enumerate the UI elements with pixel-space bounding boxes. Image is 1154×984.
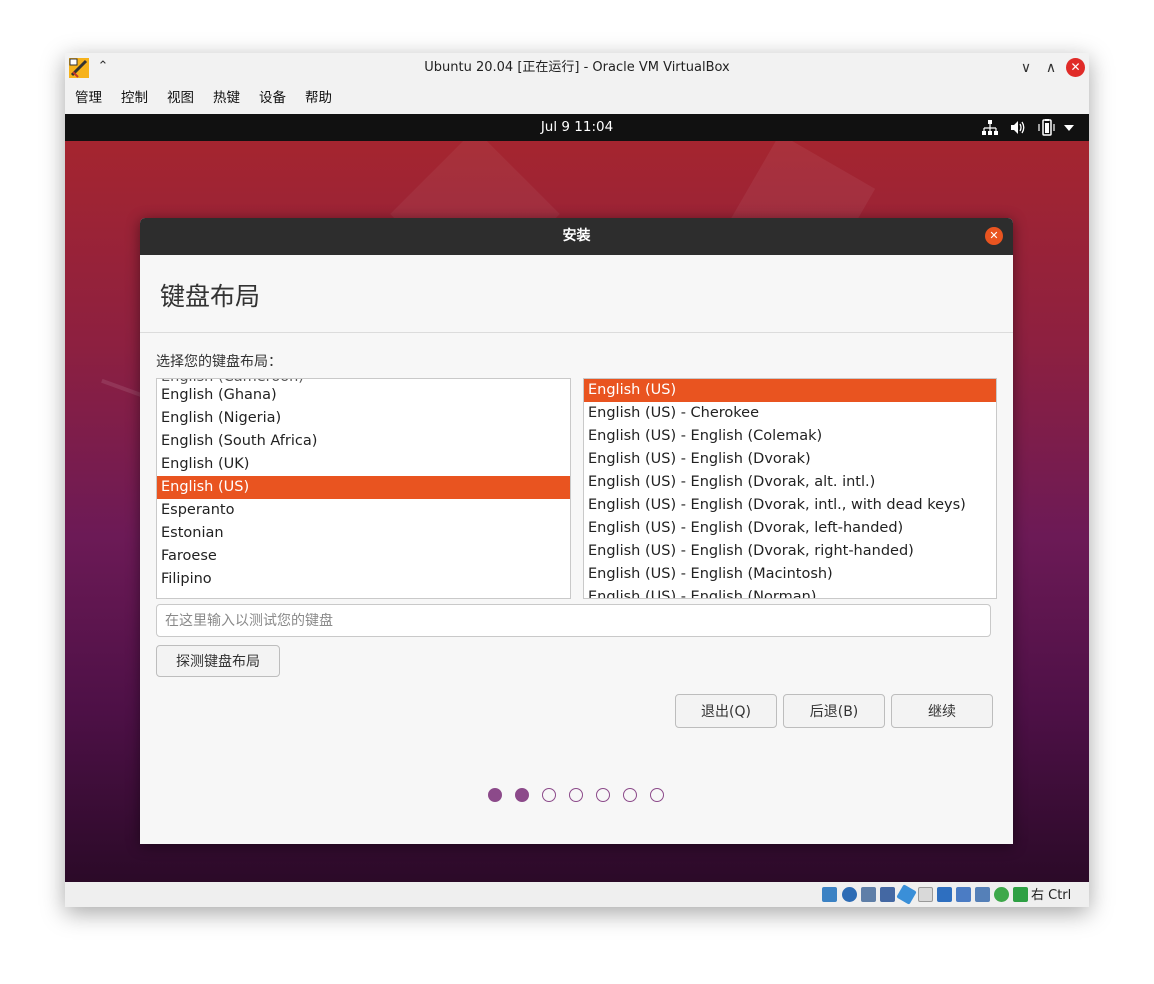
list-item[interactable]: English (Nigeria) <box>157 407 570 430</box>
network-icon[interactable] <box>982 120 998 135</box>
video-capture-icon[interactable] <box>956 887 971 902</box>
menu-view[interactable]: 视图 <box>167 83 194 114</box>
list-item[interactable]: English (Ghana) <box>157 384 570 407</box>
status-bar: 右 Ctrl <box>65 882 1089 907</box>
system-menu-chevron-down-icon[interactable] <box>1063 124 1075 132</box>
dialog-close-icon[interactable]: ✕ <box>985 227 1003 245</box>
list-item[interactable]: English (US) - English (Dvorak, alt. int… <box>584 471 996 494</box>
maximize-button[interactable]: ∧ <box>1041 58 1061 78</box>
divider <box>140 332 1013 333</box>
list-item-selected[interactable]: English (US) <box>157 476 570 499</box>
list-item[interactable]: Estonian <box>157 522 570 545</box>
menu-help[interactable]: 帮助 <box>305 83 332 114</box>
page-title: 键盘布局 <box>160 282 261 311</box>
list-item[interactable]: English (US) - English (Dvorak, left-han… <box>584 517 996 540</box>
menu-bar: 管理 控制 视图 热键 设备 帮助 <box>65 83 1089 114</box>
back-button[interactable]: 后退(B) <box>783 694 885 728</box>
menu-control[interactable]: 控制 <box>121 83 148 114</box>
progress-dot-filled <box>488 788 502 802</box>
list-item[interactable]: Filipino <box>157 568 570 591</box>
progress-dot <box>569 788 583 802</box>
list-item[interactable]: English (US) - English (Dvorak, intl., w… <box>584 494 996 517</box>
title-bar: ⌃ Ubuntu 20.04 [正在运行] - Oracle VM Virtua… <box>65 53 1089 83</box>
hard-disk-icon[interactable] <box>822 887 837 902</box>
keyboard-test-input[interactable] <box>156 604 991 637</box>
host-key-label: 右 Ctrl <box>1031 888 1072 903</box>
vm-display[interactable]: Jul 9 11:04 安装 ✕ 键盘布局 选择您的键盘布局： English … <box>65 114 1089 882</box>
keyboard-layout-prompt: 选择您的键盘布局： <box>156 354 282 370</box>
audio-icon[interactable] <box>861 887 876 902</box>
clock[interactable]: Jul 9 11:04 <box>65 114 1089 141</box>
installer-dialog: 安装 ✕ 键盘布局 选择您的键盘布局： English (Cameroon) E… <box>140 218 1013 844</box>
list-item[interactable]: Esperanto <box>157 499 570 522</box>
gnome-top-bar: Jul 9 11:04 <box>65 114 1089 141</box>
progress-dot <box>623 788 637 802</box>
progress-dot <box>542 788 556 802</box>
keyboard-layout-list[interactable]: English (Cameroon) English (Ghana) Engli… <box>156 378 571 599</box>
virtualbox-window: ⌃ Ubuntu 20.04 [正在运行] - Oracle VM Virtua… <box>65 53 1089 907</box>
progress-dot-filled <box>515 788 529 802</box>
list-item[interactable]: English (US) - English (Dvorak, right-ha… <box>584 540 996 563</box>
drag-drop-icon[interactable] <box>975 887 990 902</box>
list-item[interactable]: English (US) - English (Colemak) <box>584 425 996 448</box>
volume-icon[interactable] <box>1010 120 1026 135</box>
list-item-selected[interactable]: English (US) <box>584 379 996 402</box>
keyboard-variant-list[interactable]: English (US) English (US) - Cherokee Eng… <box>583 378 997 599</box>
progress-dot <box>650 788 664 802</box>
menu-hotkeys[interactable]: 热键 <box>213 83 240 114</box>
progress-indicator <box>140 788 1013 804</box>
display-icon[interactable] <box>937 887 952 902</box>
minimize-button[interactable]: ∨ <box>1016 58 1036 78</box>
shared-folders-icon[interactable] <box>918 887 933 902</box>
list-item[interactable]: Faroese <box>157 545 570 568</box>
close-window-button[interactable]: ✕ <box>1066 58 1085 77</box>
list-item[interactable]: English (US) - English (Dvorak) <box>584 448 996 471</box>
list-item[interactable]: English (UK) <box>157 453 570 476</box>
list-item[interactable]: English (US) - English (Norman) <box>584 586 996 598</box>
quit-button[interactable]: 退出(Q) <box>675 694 777 728</box>
network-adapter-icon[interactable] <box>880 887 895 902</box>
dialog-title: 安装 <box>562 228 591 244</box>
usb-icon[interactable] <box>896 884 917 905</box>
dialog-header: 安装 ✕ <box>140 218 1013 255</box>
detect-layout-button[interactable]: 探测键盘布局 <box>156 645 280 677</box>
mouse-integration-icon[interactable] <box>1013 887 1028 902</box>
guest-additions-icon[interactable] <box>994 887 1009 902</box>
list-item[interactable]: English (US) - English (Macintosh) <box>584 563 996 586</box>
list-item[interactable]: English (South Africa) <box>157 430 570 453</box>
menu-devices[interactable]: 设备 <box>259 83 286 114</box>
battery-icon[interactable] <box>1038 119 1056 136</box>
continue-button[interactable]: 继续 <box>891 694 993 728</box>
progress-dot <box>596 788 610 802</box>
list-item[interactable]: English (US) - Cherokee <box>584 402 996 425</box>
menu-manage[interactable]: 管理 <box>75 83 102 114</box>
optical-drive-icon[interactable] <box>842 887 857 902</box>
window-title: Ubuntu 20.04 [正在运行] - Oracle VM VirtualB… <box>424 60 730 75</box>
